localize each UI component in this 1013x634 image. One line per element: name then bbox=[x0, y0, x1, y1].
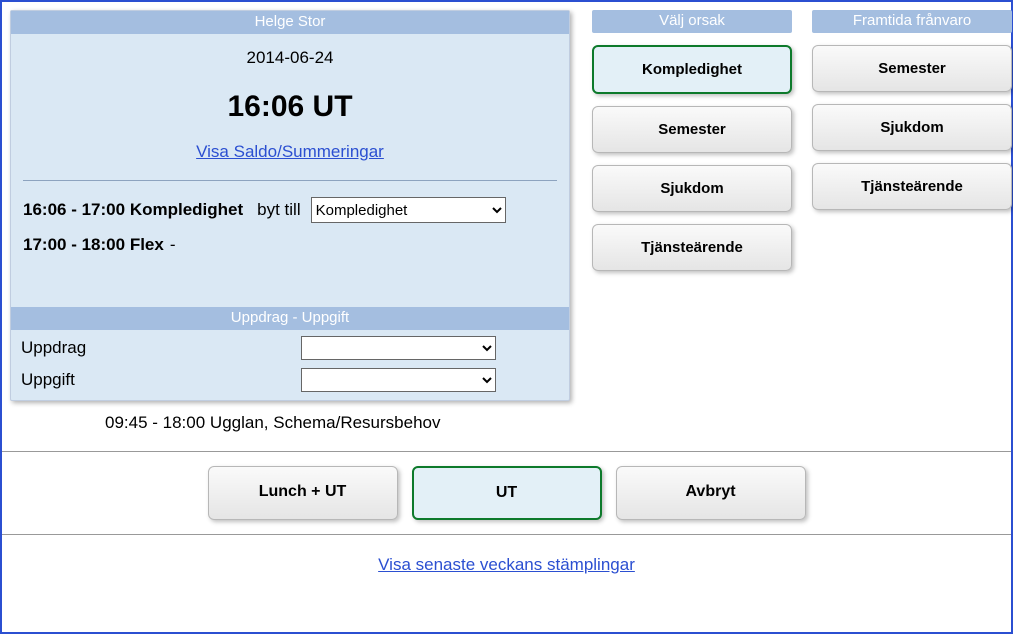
row1-type-select[interactable]: Kompledighet bbox=[311, 197, 506, 223]
lunch-ut-button[interactable]: Lunch + UT bbox=[208, 466, 398, 520]
change-to-label: byt till bbox=[257, 200, 300, 220]
reason-kompledighet-button[interactable]: Kompledighet bbox=[592, 45, 792, 94]
employee-name-header: Helge Stor bbox=[11, 11, 569, 34]
future-tjanstearende-button[interactable]: Tjänsteärende bbox=[812, 163, 1012, 210]
row2-dash: - bbox=[170, 235, 176, 255]
reason-semester-button[interactable]: Semester bbox=[592, 106, 792, 153]
future-semester-button[interactable]: Semester bbox=[812, 45, 1012, 92]
cancel-button[interactable]: Avbryt bbox=[616, 466, 806, 520]
ut-button[interactable]: UT bbox=[412, 466, 602, 520]
task-select[interactable] bbox=[301, 368, 496, 392]
select-reason-header: Välj orsak bbox=[592, 10, 792, 33]
assignment-task-header: Uppdrag - Uppgift bbox=[11, 307, 569, 330]
assignment-select[interactable] bbox=[301, 336, 496, 360]
row2-time: 17:00 - 18:00 bbox=[23, 235, 125, 255]
employee-panel: Helge Stor 2014-06-24 16:06 UT Visa Sald… bbox=[10, 10, 570, 401]
show-last-week-link[interactable]: Visa senaste veckans stämplingar bbox=[378, 555, 635, 574]
row1-type: Kompledighet bbox=[130, 200, 243, 220]
current-date: 2014-06-24 bbox=[11, 34, 569, 68]
row1-time: 16:06 - 17:00 bbox=[23, 200, 125, 220]
reason-tjanstearende-button[interactable]: Tjänsteärende bbox=[592, 224, 792, 271]
future-absence-header: Framtida frånvaro bbox=[812, 10, 1012, 33]
show-balance-link[interactable]: Visa Saldo/Summeringar bbox=[196, 142, 384, 161]
current-time: 16:06 UT bbox=[11, 90, 569, 124]
assignment-label: Uppdrag bbox=[21, 338, 301, 358]
future-sjukdom-button[interactable]: Sjukdom bbox=[812, 104, 1012, 151]
task-label: Uppgift bbox=[21, 370, 301, 390]
row2-type: Flex bbox=[130, 235, 164, 255]
reason-sjukdom-button[interactable]: Sjukdom bbox=[592, 165, 792, 212]
schedule-line: 09:45 - 18:00 Ugglan, Schema/Resursbehov bbox=[10, 401, 570, 433]
